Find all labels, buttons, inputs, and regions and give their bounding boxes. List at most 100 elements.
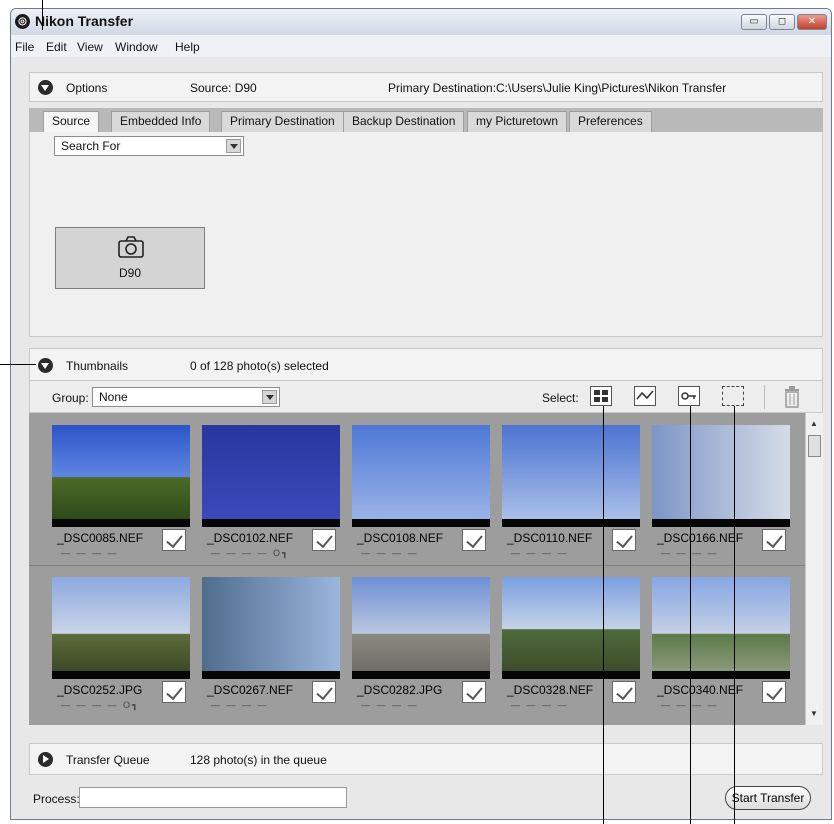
thumbnail-filename: _DSC0282.JPG — [357, 683, 443, 697]
close-button[interactable]: ✕ — [797, 14, 827, 30]
thumbnail-filename: _DSC0166.NEF — [657, 531, 744, 545]
thumbnail-item[interactable]: _DSC0282.JPG — — — — — [347, 567, 497, 715]
rating-indicator: — — — — — [61, 548, 119, 558]
thumbnail-image[interactable] — [202, 577, 340, 679]
transfer-queue-status: 128 photo(s) in the queue — [190, 753, 327, 767]
select-all-icon[interactable] — [590, 386, 612, 406]
scroll-down-icon[interactable]: ▼ — [810, 709, 818, 718]
rating-and-protect-icon: — — — — O┓ — [61, 700, 140, 710]
rating-and-protect-icon: — — — — O┓ — [211, 548, 290, 558]
source-panel: Search For D90 — [29, 132, 823, 337]
select-new-icon[interactable] — [634, 386, 656, 406]
nikon-transfer-window: ◎ Nikon Transfer ▭ ◻ ✕ File Edit View Wi… — [10, 8, 832, 820]
start-transfer-button[interactable]: Start Transfer — [725, 786, 811, 810]
menu-file[interactable]: File — [15, 40, 34, 54]
rating-indicator: — — — — — [211, 700, 269, 710]
thumbnail-item[interactable]: _DSC0110.NEF — — — — — [497, 415, 647, 563]
options-tab-strip: Source Embedded Info Primary Destination… — [29, 108, 823, 132]
tab-my-picturetown[interactable]: my Picturetown — [467, 111, 568, 132]
menu-view[interactable]: View — [77, 40, 103, 54]
thumbnail-filename: _DSC0328.NEF — [507, 683, 594, 697]
thumbnail-image[interactable] — [52, 425, 190, 527]
thumbnails-pane-header: Thumbnails 0 of 128 photo(s) selected — [29, 348, 823, 381]
thumbnail-item[interactable]: _DSC0328.NEF — — — — — [497, 567, 647, 715]
transfer-queue-expand-icon[interactable] — [38, 752, 53, 767]
source-summary: Source: D90 — [190, 81, 257, 95]
options-collapse-icon[interactable] — [38, 80, 53, 95]
tab-backup-destination[interactable]: Backup Destination — [343, 111, 465, 132]
scroll-thumb[interactable] — [808, 435, 821, 457]
thumbnail-image[interactable] — [502, 425, 640, 527]
transfer-checkbox[interactable] — [762, 529, 786, 551]
delete-icon[interactable] — [782, 386, 802, 411]
rating-indicator: — — — — — [511, 548, 569, 558]
tab-source[interactable]: Source — [43, 111, 100, 132]
deselect-icon[interactable] — [722, 386, 744, 406]
thumbnail-image[interactable] — [652, 425, 790, 527]
tab-preferences[interactable]: Preferences — [569, 111, 652, 132]
menu-edit[interactable]: Edit — [46, 40, 67, 54]
maximize-button[interactable]: ◻ — [769, 14, 795, 30]
transfer-checkbox[interactable] — [162, 681, 186, 703]
title-bar[interactable]: ◎ Nikon Transfer ▭ ◻ ✕ — [11, 9, 831, 35]
callout-line-select-protected — [690, 406, 691, 824]
thumbnail-filename: _DSC0252.JPG — [57, 683, 143, 697]
process-field — [79, 787, 347, 808]
menu-help[interactable]: Help — [175, 40, 200, 54]
thumbnail-image[interactable] — [52, 577, 190, 679]
callout-line-menu — [42, 0, 43, 30]
device-d90-tile[interactable]: D90 — [55, 227, 205, 289]
rating-indicator: — — — — — [511, 700, 569, 710]
select-label: Select: — [542, 391, 579, 405]
thumbnail-item[interactable]: _DSC0166.NEF — — — — — [647, 415, 797, 563]
thumbnail-image[interactable] — [502, 577, 640, 679]
thumbnail-filename: _DSC0340.NEF — [657, 683, 744, 697]
tab-primary-destination[interactable]: Primary Destination — [221, 111, 344, 132]
thumbnail-item[interactable]: _DSC0108.NEF — — — — — [347, 415, 497, 563]
thumbnail-toolbar: Group: None Select: — [29, 381, 823, 413]
options-label: Options — [66, 81, 108, 95]
selection-status: 0 of 128 photo(s) selected — [190, 359, 329, 373]
primary-destination-path: C:\Users\Julie King\Pictures\Nikon Trans… — [496, 81, 727, 95]
menu-window[interactable]: Window — [115, 40, 158, 54]
tab-embedded-info[interactable]: Embedded Info — [111, 111, 211, 132]
rating-indicator: — — — — — [361, 700, 419, 710]
thumbnail-item[interactable]: _DSC0252.JPG — — — — O┓ — [47, 567, 197, 715]
minimize-button[interactable]: ▭ — [741, 14, 767, 30]
transfer-checkbox[interactable] — [312, 681, 336, 703]
transfer-checkbox[interactable] — [462, 681, 486, 703]
thumbnails-label: Thumbnails — [66, 359, 129, 373]
transfer-checkbox[interactable] — [162, 529, 186, 551]
thumbnail-image[interactable] — [352, 577, 490, 679]
group-dropdown[interactable]: None — [92, 387, 280, 407]
transfer-checkbox[interactable] — [612, 529, 636, 551]
transfer-checkbox[interactable] — [612, 681, 636, 703]
thumbnail-scrollbar[interactable]: ▲ ▼ — [805, 413, 823, 725]
transfer-checkbox[interactable] — [462, 529, 486, 551]
search-for-dropdown[interactable]: Search For — [54, 136, 244, 156]
thumbnail-image[interactable] — [652, 577, 790, 679]
thumbnail-item[interactable]: _DSC0340.NEF — — — — — [647, 567, 797, 715]
toolbar-divider — [764, 385, 765, 409]
thumbnails-collapse-icon[interactable] — [38, 358, 53, 373]
transfer-checkbox[interactable] — [762, 681, 786, 703]
thumbnail-filename: _DSC0102.NEF — [207, 531, 294, 545]
window-title: Nikon Transfer — [35, 13, 134, 29]
menu-bar: File Edit View Window Help — [11, 35, 831, 57]
thumbnail-item[interactable]: _DSC0085.NEF — — — — — [47, 415, 197, 563]
group-label: Group: — [52, 391, 89, 405]
select-protected-icon[interactable] — [678, 386, 700, 406]
thumbnail-item[interactable]: _DSC0102.NEF — — — — O┓ — [197, 415, 347, 563]
camera-icon — [118, 236, 144, 258]
thumbnail-image[interactable] — [352, 425, 490, 527]
thumbnail-image[interactable] — [202, 425, 340, 527]
callout-line-deselect — [734, 406, 735, 824]
thumbnail-filename: _DSC0267.NEF — [207, 683, 294, 697]
scroll-up-icon[interactable]: ▲ — [810, 419, 818, 428]
transfer-checkbox[interactable] — [312, 529, 336, 551]
options-pane-header: Options Source: D90 Primary Destination:… — [29, 72, 823, 102]
primary-destination-label: Primary Destination: — [388, 81, 497, 95]
thumbnail-item[interactable]: _DSC0267.NEF — — — — — [197, 567, 347, 715]
thumbnail-filename: _DSC0108.NEF — [357, 531, 444, 545]
row-divider — [29, 565, 805, 566]
